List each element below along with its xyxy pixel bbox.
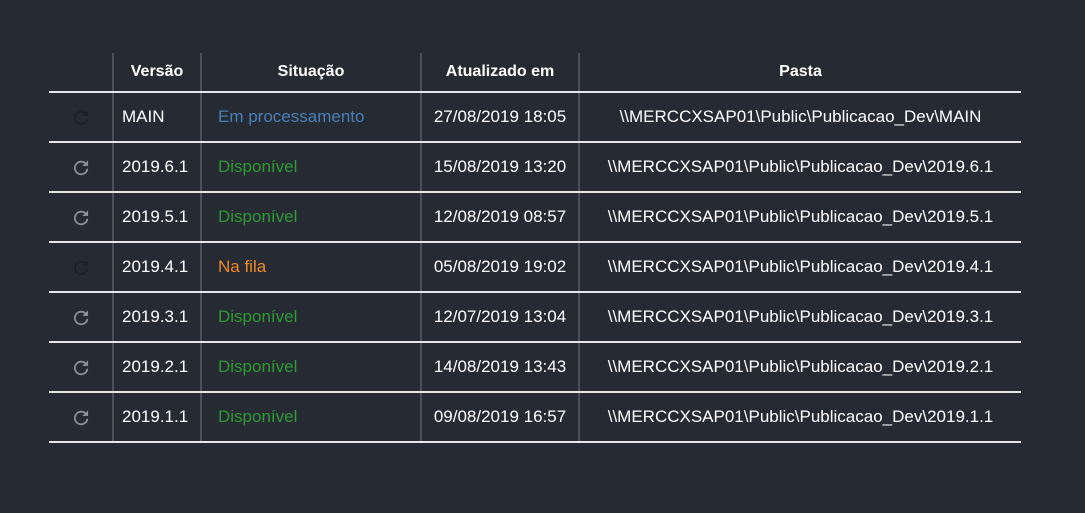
folder-path-cell: \\MERCCXSAP01\Public\Publicacao_Dev\2019… bbox=[578, 292, 1021, 343]
refresh-icon[interactable] bbox=[72, 359, 90, 377]
folder-path-cell: \\MERCCXSAP01\Public\Publicacao_Dev\2019… bbox=[578, 142, 1021, 193]
refresh-cell bbox=[49, 192, 113, 243]
version-cell: 2019.3.1 bbox=[112, 292, 201, 343]
table-row: 2019.2.1 Disponível 14/08/2019 13:43 \\MERC… bbox=[49, 342, 1021, 393]
refresh-cell bbox=[49, 342, 113, 393]
refresh-cell bbox=[49, 92, 113, 143]
status-cell: Na fila bbox=[200, 242, 421, 293]
version-cell: MAIN bbox=[112, 92, 201, 143]
version-cell: 2019.5.1 bbox=[112, 192, 201, 243]
updated-cell: 05/08/2019 19:02 bbox=[420, 242, 579, 293]
folder-path-cell: \\MERCCXSAP01\Public\Publicacao_Dev\MAIN bbox=[578, 92, 1021, 143]
folder-path-cell: \\MERCCXSAP01\Public\Publicacao_Dev\2019… bbox=[578, 392, 1021, 443]
refresh-icon[interactable] bbox=[72, 159, 90, 177]
updated-cell: 14/08/2019 13:43 bbox=[420, 342, 579, 393]
folder-path-cell: \\MERCCXSAP01\Public\Publicacao_Dev\2019… bbox=[578, 342, 1021, 393]
status-cell: Em processamento bbox=[200, 92, 421, 143]
updated-cell: 27/08/2019 18:05 bbox=[420, 92, 579, 143]
version-cell: 2019.4.1 bbox=[112, 242, 201, 293]
refresh-icon[interactable] bbox=[72, 209, 90, 227]
table-row: 2019.4.1 Na fila 05/08/2019 19:02 \\MERCCXS… bbox=[49, 242, 1021, 293]
header-updated: Atualizado em bbox=[420, 53, 579, 93]
refresh-cell bbox=[49, 142, 113, 193]
table-row: 2019.6.1 Disponível 15/08/2019 13:20 \\MERC… bbox=[49, 142, 1021, 193]
header-folder: Pasta bbox=[578, 53, 1021, 93]
refresh-icon bbox=[72, 259, 90, 277]
version-cell: 2019.2.1 bbox=[112, 342, 201, 393]
refresh-icon bbox=[72, 109, 90, 127]
refresh-cell bbox=[49, 242, 113, 293]
header-icon bbox=[49, 53, 113, 93]
table-row: 2019.1.1 Disponível 09/08/2019 16:57 \\MERC… bbox=[49, 392, 1021, 443]
refresh-cell bbox=[49, 292, 113, 343]
refresh-icon[interactable] bbox=[72, 409, 90, 427]
table-body: MAIN Em processamento 27/08/2019 18:05 \\ME… bbox=[49, 92, 1021, 443]
header-version: Versão bbox=[112, 53, 201, 93]
folder-path-cell: \\MERCCXSAP01\Public\Publicacao_Dev\2019… bbox=[578, 192, 1021, 243]
table-row: 2019.3.1 Disponível 12/07/2019 13:04 \\MERC… bbox=[49, 292, 1021, 343]
status-cell: Disponível bbox=[200, 342, 421, 393]
versions-table: Versão Situação Atualizado em Pasta MAIN… bbox=[49, 53, 1021, 443]
version-cell: 2019.1.1 bbox=[112, 392, 201, 443]
status-cell: Disponível bbox=[200, 142, 421, 193]
table-row: 2019.5.1 Disponível 12/08/2019 08:57 \\MERC… bbox=[49, 192, 1021, 243]
updated-cell: 12/07/2019 13:04 bbox=[420, 292, 579, 343]
refresh-icon[interactable] bbox=[72, 309, 90, 327]
updated-cell: 12/08/2019 08:57 bbox=[420, 192, 579, 243]
version-cell: 2019.6.1 bbox=[112, 142, 201, 193]
status-cell: Disponível bbox=[200, 292, 421, 343]
versions-table-container: Versão Situação Atualizado em Pasta MAIN… bbox=[49, 53, 1021, 443]
table-row: MAIN Em processamento 27/08/2019 18:05 \\ME… bbox=[49, 92, 1021, 143]
refresh-cell bbox=[49, 392, 113, 443]
table-header-row: Versão Situação Atualizado em Pasta bbox=[49, 53, 1021, 93]
updated-cell: 15/08/2019 13:20 bbox=[420, 142, 579, 193]
updated-cell: 09/08/2019 16:57 bbox=[420, 392, 579, 443]
header-status: Situação bbox=[200, 53, 421, 93]
status-cell: Disponível bbox=[200, 392, 421, 443]
status-cell: Disponível bbox=[200, 192, 421, 243]
folder-path-cell: \\MERCCXSAP01\Public\Publicacao_Dev\2019… bbox=[578, 242, 1021, 293]
